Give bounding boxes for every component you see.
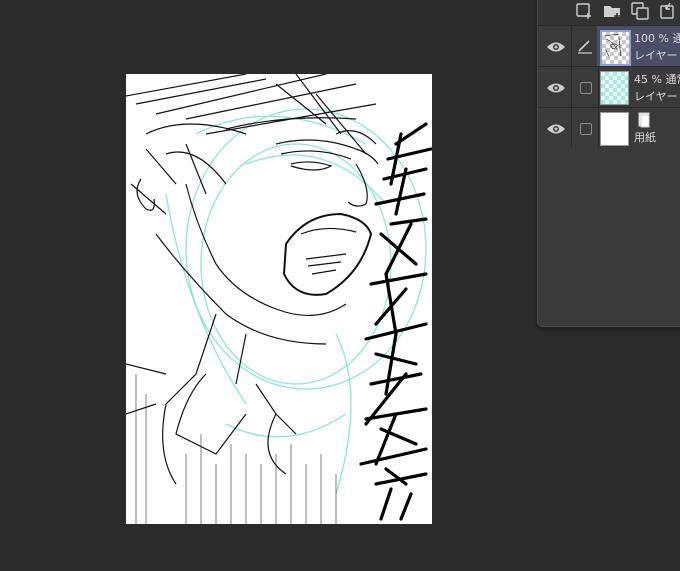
- layer-row-2[interactable]: 45 % 通常 レイヤー: [538, 66, 680, 107]
- new-raster-layer-icon[interactable]: [574, 1, 594, 21]
- drawing-canvas[interactable]: [126, 74, 432, 524]
- layer-thumbnail: [600, 30, 631, 66]
- layer-edit-column[interactable]: [571, 67, 599, 107]
- layer-opacity-blend: 45 % 通常: [634, 73, 680, 86]
- layer-thumbnail: [600, 71, 629, 105]
- layer-select-checkbox[interactable]: [580, 82, 592, 94]
- layer-edit-column[interactable]: [571, 108, 599, 148]
- layer-name: 用紙: [634, 131, 656, 144]
- visibility-eye-icon[interactable]: [546, 121, 566, 135]
- layer-opacity-blend: 100 % 通常: [634, 32, 680, 45]
- sketch-artwork: [126, 74, 432, 524]
- pen-icon: [576, 37, 594, 55]
- new-folder-icon[interactable]: [602, 1, 622, 21]
- layer-info[interactable]: 用紙: [597, 108, 680, 148]
- duplicate-layer-icon[interactable]: [630, 1, 650, 21]
- layer-name: レイヤー: [634, 49, 678, 62]
- layer-select-checkbox[interactable]: [580, 123, 592, 135]
- layer-row-paper[interactable]: 用紙: [538, 107, 680, 148]
- visibility-eye-icon[interactable]: [546, 80, 566, 94]
- layer-info[interactable]: 100 % 通常 レイヤー: [597, 26, 680, 66]
- layer-edit-column[interactable]: [571, 26, 599, 66]
- layer-name: レイヤー: [634, 90, 678, 103]
- layer-info[interactable]: 45 % 通常 レイヤー: [597, 67, 680, 107]
- merge-down-icon[interactable]: [658, 1, 678, 21]
- paper-icon: [637, 112, 651, 128]
- layers-panel: 100 % 通常 レイヤー 45 % 通常 レイヤー 用紙: [537, 0, 680, 327]
- layer-row-1[interactable]: 100 % 通常 レイヤー: [538, 25, 680, 66]
- layers-toolbar: [538, 0, 680, 25]
- layer-thumbnail: [600, 112, 629, 146]
- visibility-eye-icon[interactable]: [546, 39, 566, 53]
